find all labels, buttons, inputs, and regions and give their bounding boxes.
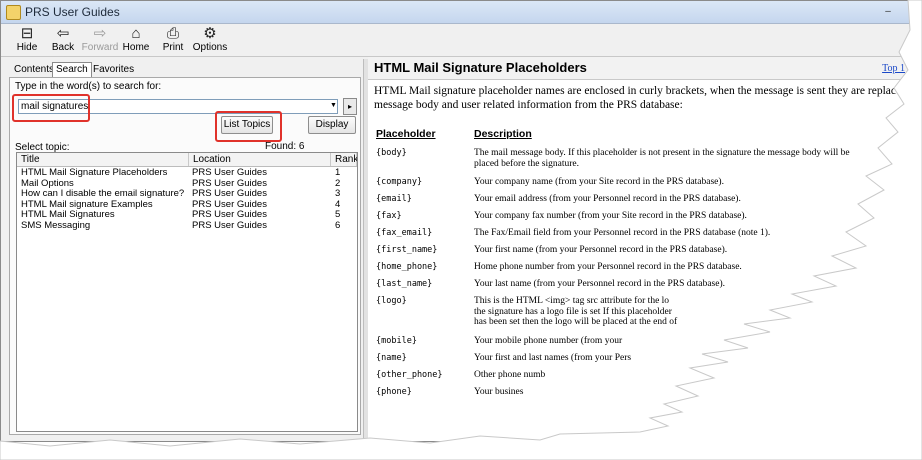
title-bar: PRS User Guides – <box>1 1 913 24</box>
placeholder-name: {mobile} <box>376 336 417 346</box>
content-pane: HTML Mail Signature Placeholders Top 1 H… <box>368 57 913 441</box>
chevron-down-icon[interactable]: ▼ <box>328 100 339 112</box>
hide-button[interactable]: ⊟ Hide <box>7 26 47 56</box>
toolbar: ⊟ Hide ⇦ Back ⇨ Forward ⌂ Home ⎙ Print ⚙… <box>1 24 913 57</box>
navigation-pane: Contents Search Favorites Type in the wo… <box>5 59 361 437</box>
placeholder-name: {fax_email} <box>376 228 433 238</box>
list-topics-highlight-box <box>215 111 282 142</box>
placeholder-name: {email} <box>376 194 412 204</box>
table-row[interactable]: Mail Options PRS User Guides 2 <box>17 179 357 190</box>
placeholder-description: Your email address (from your Personnel … <box>474 194 741 204</box>
options-button[interactable]: ⚙ Options <box>190 26 230 56</box>
placeholder-name: {first_name} <box>376 245 438 255</box>
search-tab-panel: Type in the word(s) to search for: mail … <box>9 77 361 435</box>
placeholder-description: The Fax/Email field from your Personnel … <box>474 228 771 238</box>
found-count: Found: 6 <box>265 141 305 152</box>
search-go-button[interactable]: ▸ <box>343 98 357 115</box>
search-prompt-label: Type in the word(s) to search for: <box>15 81 162 92</box>
help-window: PRS User Guides – ⊟ Hide ⇦ Back ⇨ Forwar… <box>0 0 914 442</box>
placeholder-name: {company} <box>376 177 423 187</box>
placeholder-name: {name} <box>376 353 407 363</box>
table-row[interactable]: How can I disable the email signature? P… <box>17 189 357 200</box>
placeholder-description: Your first name (from your Personnel rec… <box>474 245 728 255</box>
minimize-button[interactable]: – <box>881 5 895 18</box>
hide-icon: ⊟ <box>20 25 34 42</box>
placeholder-description: Your company fax number (from your Site … <box>474 211 747 221</box>
forward-button[interactable]: ⇨ Forward <box>80 26 120 56</box>
results-header: Title Location Rank <box>17 153 357 167</box>
table-row[interactable]: HTML Mail signature Examples PRS User Gu… <box>17 200 357 211</box>
placeholder-description: Your company name (from your Site record… <box>474 177 724 187</box>
window-title: PRS User Guides <box>25 5 120 19</box>
placeholder-description: Home phone number from your Personnel re… <box>474 262 742 272</box>
placeholder-description: Your first and last names (from your Per… <box>474 353 632 363</box>
placeholder-description: Your last name (from your Personnel reco… <box>474 279 725 289</box>
page-title: HTML Mail Signature Placeholders <box>374 60 587 75</box>
placeholder-name: {other_phone} <box>376 370 443 380</box>
column-location[interactable]: Location <box>189 153 331 166</box>
tab-favorites[interactable]: Favorites <box>90 63 137 77</box>
help-book-icon <box>6 5 21 20</box>
table-row[interactable]: HTML Mail Signatures PRS User Guides 5 <box>17 210 357 221</box>
search-highlight-box <box>12 94 90 122</box>
table-row[interactable]: HTML Mail Signature Placeholders PRS Use… <box>17 168 357 179</box>
placeholder-description: Other phone numb <box>474 370 546 380</box>
placeholder-description: This is the HTML <img> tag src attribute… <box>474 296 678 327</box>
column-rank[interactable]: Rank <box>331 153 357 166</box>
placeholder-description: Your mobile phone number (from your <box>474 336 623 346</box>
back-button[interactable]: ⇦ Back <box>43 26 83 56</box>
home-icon: ⌂ <box>131 25 141 42</box>
tab-search[interactable]: Search <box>52 62 92 77</box>
placeholder-name: {body} <box>376 148 407 158</box>
forward-arrow-icon: ⇨ <box>93 25 107 42</box>
top-link[interactable]: Top 1 <box>882 63 905 74</box>
column-title[interactable]: Title <box>17 153 189 166</box>
placeholder-name: {last_name} <box>376 279 433 289</box>
placeholder-description: The mail message body. If this placehold… <box>474 148 850 169</box>
placeholder-name: {fax} <box>376 211 402 221</box>
back-arrow-icon: ⇦ <box>56 25 70 42</box>
placeholder-name: {phone} <box>376 387 412 397</box>
placeholder-column-header: Placeholder <box>376 128 436 140</box>
options-icon: ⚙ <box>203 25 217 42</box>
print-button[interactable]: ⎙ Print <box>153 26 193 56</box>
tab-contents[interactable]: Contents <box>11 63 57 77</box>
intro-paragraph: HTML Mail signature placeholder names ar… <box>374 85 907 111</box>
content-header: HTML Mail Signature Placeholders Top 1 <box>368 57 913 80</box>
placeholder-name: {logo} <box>376 296 407 306</box>
display-button[interactable]: Display <box>308 116 356 134</box>
table-row[interactable]: SMS Messaging PRS User Guides 6 <box>17 221 357 232</box>
placeholder-name: {home_phone} <box>376 262 438 272</box>
topic-results-list[interactable]: Title Location Rank HTML Mail Signature … <box>16 152 358 432</box>
home-button[interactable]: ⌂ Home <box>116 26 156 56</box>
printer-icon: ⎙ <box>166 25 179 42</box>
placeholder-description: Your busines <box>474 387 524 397</box>
description-column-header: Description <box>474 128 532 140</box>
